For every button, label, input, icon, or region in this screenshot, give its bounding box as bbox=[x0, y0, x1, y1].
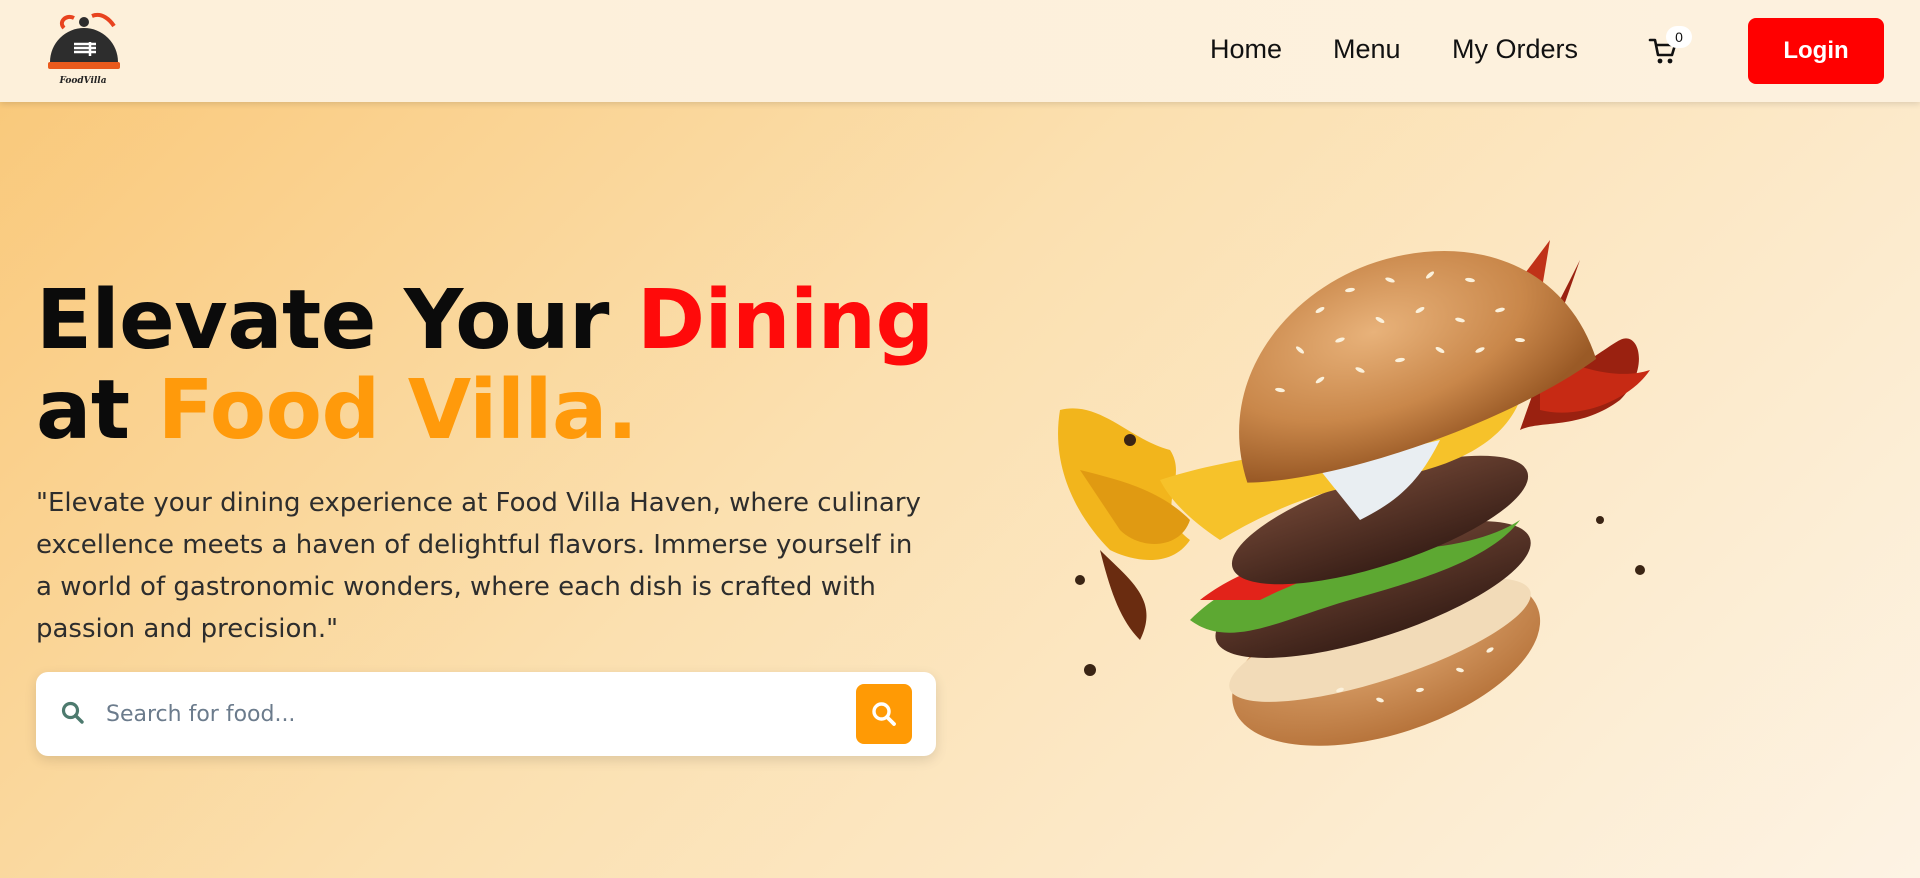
hero-title: Elevate Your Dining at Food Villa. bbox=[36, 276, 934, 456]
logo[interactable]: FoodVilla bbox=[44, 12, 122, 92]
search-bar bbox=[36, 672, 936, 756]
search-icon bbox=[872, 702, 896, 726]
login-button[interactable]: Login bbox=[1748, 18, 1884, 84]
nav-menu-link[interactable]: Menu bbox=[1333, 34, 1401, 65]
hero-title-part1: Elevate Your bbox=[36, 273, 637, 368]
search-input[interactable] bbox=[106, 688, 826, 740]
nav-my-orders-link[interactable]: My Orders bbox=[1452, 34, 1578, 65]
hero-title-highlight-food-villa: Food Villa. bbox=[157, 363, 638, 458]
logo-text: FoodVilla bbox=[59, 76, 107, 86]
cart-count-badge: 0 bbox=[1666, 26, 1692, 48]
hero-title-part2: at bbox=[36, 363, 158, 458]
hero-title-highlight-dining: Dining bbox=[636, 273, 934, 368]
burger-illustration bbox=[1058, 240, 1650, 746]
cloche-icon bbox=[48, 13, 120, 69]
navbar: FoodVilla Home Menu My Orders 0 Login bbox=[0, 0, 1920, 102]
search-icon bbox=[61, 701, 84, 724]
hero-description: "Elevate your dining experience at Food … bbox=[36, 488, 921, 644]
nav-home-link[interactable]: Home bbox=[1210, 34, 1282, 65]
search-button[interactable] bbox=[856, 684, 912, 744]
